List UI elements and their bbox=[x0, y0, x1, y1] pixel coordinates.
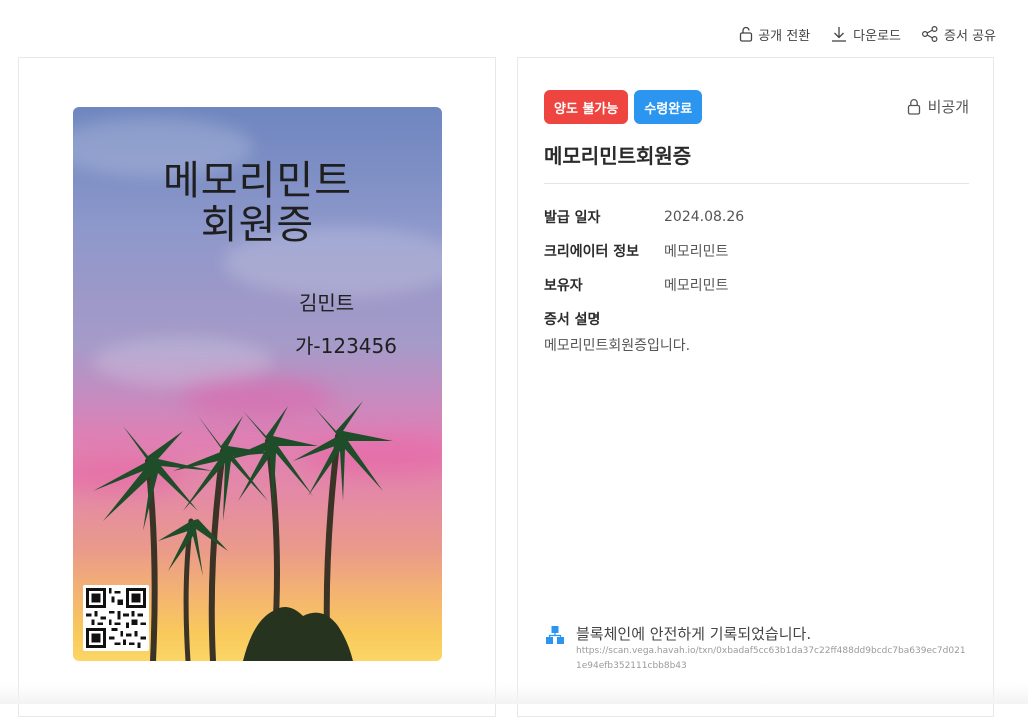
public-toggle-label: 공개 전환 bbox=[758, 28, 811, 44]
certificate-description: 메모리민트회원증입니다. bbox=[544, 338, 691, 354]
transaction-link[interactable]: https://scan.vega.havah.io/txn/0xbadaf5c… bbox=[576, 644, 966, 674]
card-member-code: 가-123456 bbox=[295, 334, 397, 358]
lock-icon bbox=[907, 99, 920, 115]
info-row-issue-date: 발급 일자 2024.08.26 bbox=[544, 200, 744, 234]
download-label: 다운로드 bbox=[853, 28, 902, 44]
description-label: 증서 설명 bbox=[544, 312, 601, 328]
info-value: 메모리민트 bbox=[664, 244, 729, 260]
share-icon bbox=[922, 25, 938, 43]
info-value: 2024.08.26 bbox=[664, 209, 745, 225]
certificate-detail-panel: 양도 불가능 수령완료 비공개 메모리민트회원증 발급 일자 2024.08.2… bbox=[517, 57, 994, 717]
blockchain-message: 블록체인에 안전하게 기록되었습니다. bbox=[576, 625, 812, 643]
qr-code-icon bbox=[86, 588, 146, 648]
info-row-description: 증서 설명 bbox=[544, 302, 744, 336]
download-button[interactable]: 다운로드 bbox=[830, 25, 901, 44]
membership-card-image: 메모리민트 회원증 김민트 가-123456 bbox=[73, 107, 442, 661]
non-transferable-badge: 양도 불가능 bbox=[544, 90, 629, 124]
info-label: 보유자 bbox=[544, 278, 583, 294]
info-row-owner: 보유자 메모리민트 bbox=[544, 268, 744, 302]
info-value: 메모리민트 bbox=[664, 278, 729, 294]
received-badge: 수령완료 bbox=[634, 90, 703, 124]
top-toolbar: 공개 전환 다운로드 증서 공유 bbox=[739, 22, 996, 46]
qr-code bbox=[83, 585, 149, 651]
info-label: 크리에이터 정보 bbox=[544, 244, 640, 260]
blockchain-icon bbox=[546, 626, 564, 644]
public-toggle-button[interactable]: 공개 전환 bbox=[739, 25, 810, 44]
card-title: 메모리민트 회원증 bbox=[73, 159, 442, 247]
blockchain-record-notice: 블록체인에 안전하게 기록되었습니다. https://scan.vega.ha… bbox=[544, 624, 966, 674]
card-title-line2: 회원증 bbox=[200, 202, 315, 248]
download-icon bbox=[832, 27, 847, 42]
certificate-image-panel: 메모리민트 회원증 김민트 가-123456 bbox=[18, 57, 496, 717]
visibility-status: 비공개 bbox=[907, 96, 969, 117]
status-badges: 양도 불가능 수령완료 bbox=[544, 90, 703, 124]
card-title-line1: 메모리민트 bbox=[163, 158, 352, 204]
info-row-creator: 크리에이터 정보 메모리민트 bbox=[544, 234, 744, 268]
unlock-icon bbox=[740, 26, 753, 42]
bottom-shade bbox=[0, 684, 1028, 704]
info-label: 발급 일자 bbox=[544, 210, 601, 226]
share-button[interactable]: 증서 공유 bbox=[921, 25, 996, 44]
visibility-label: 비공개 bbox=[927, 98, 969, 116]
share-label: 증서 공유 bbox=[944, 28, 996, 44]
divider bbox=[544, 183, 969, 184]
certificate-title: 메모리민트회원증 bbox=[544, 144, 692, 168]
card-holder-name: 김민트 bbox=[299, 291, 355, 315]
certificate-info-list: 발급 일자 2024.08.26 크리에이터 정보 메모리민트 보유자 메모리민… bbox=[544, 200, 744, 336]
